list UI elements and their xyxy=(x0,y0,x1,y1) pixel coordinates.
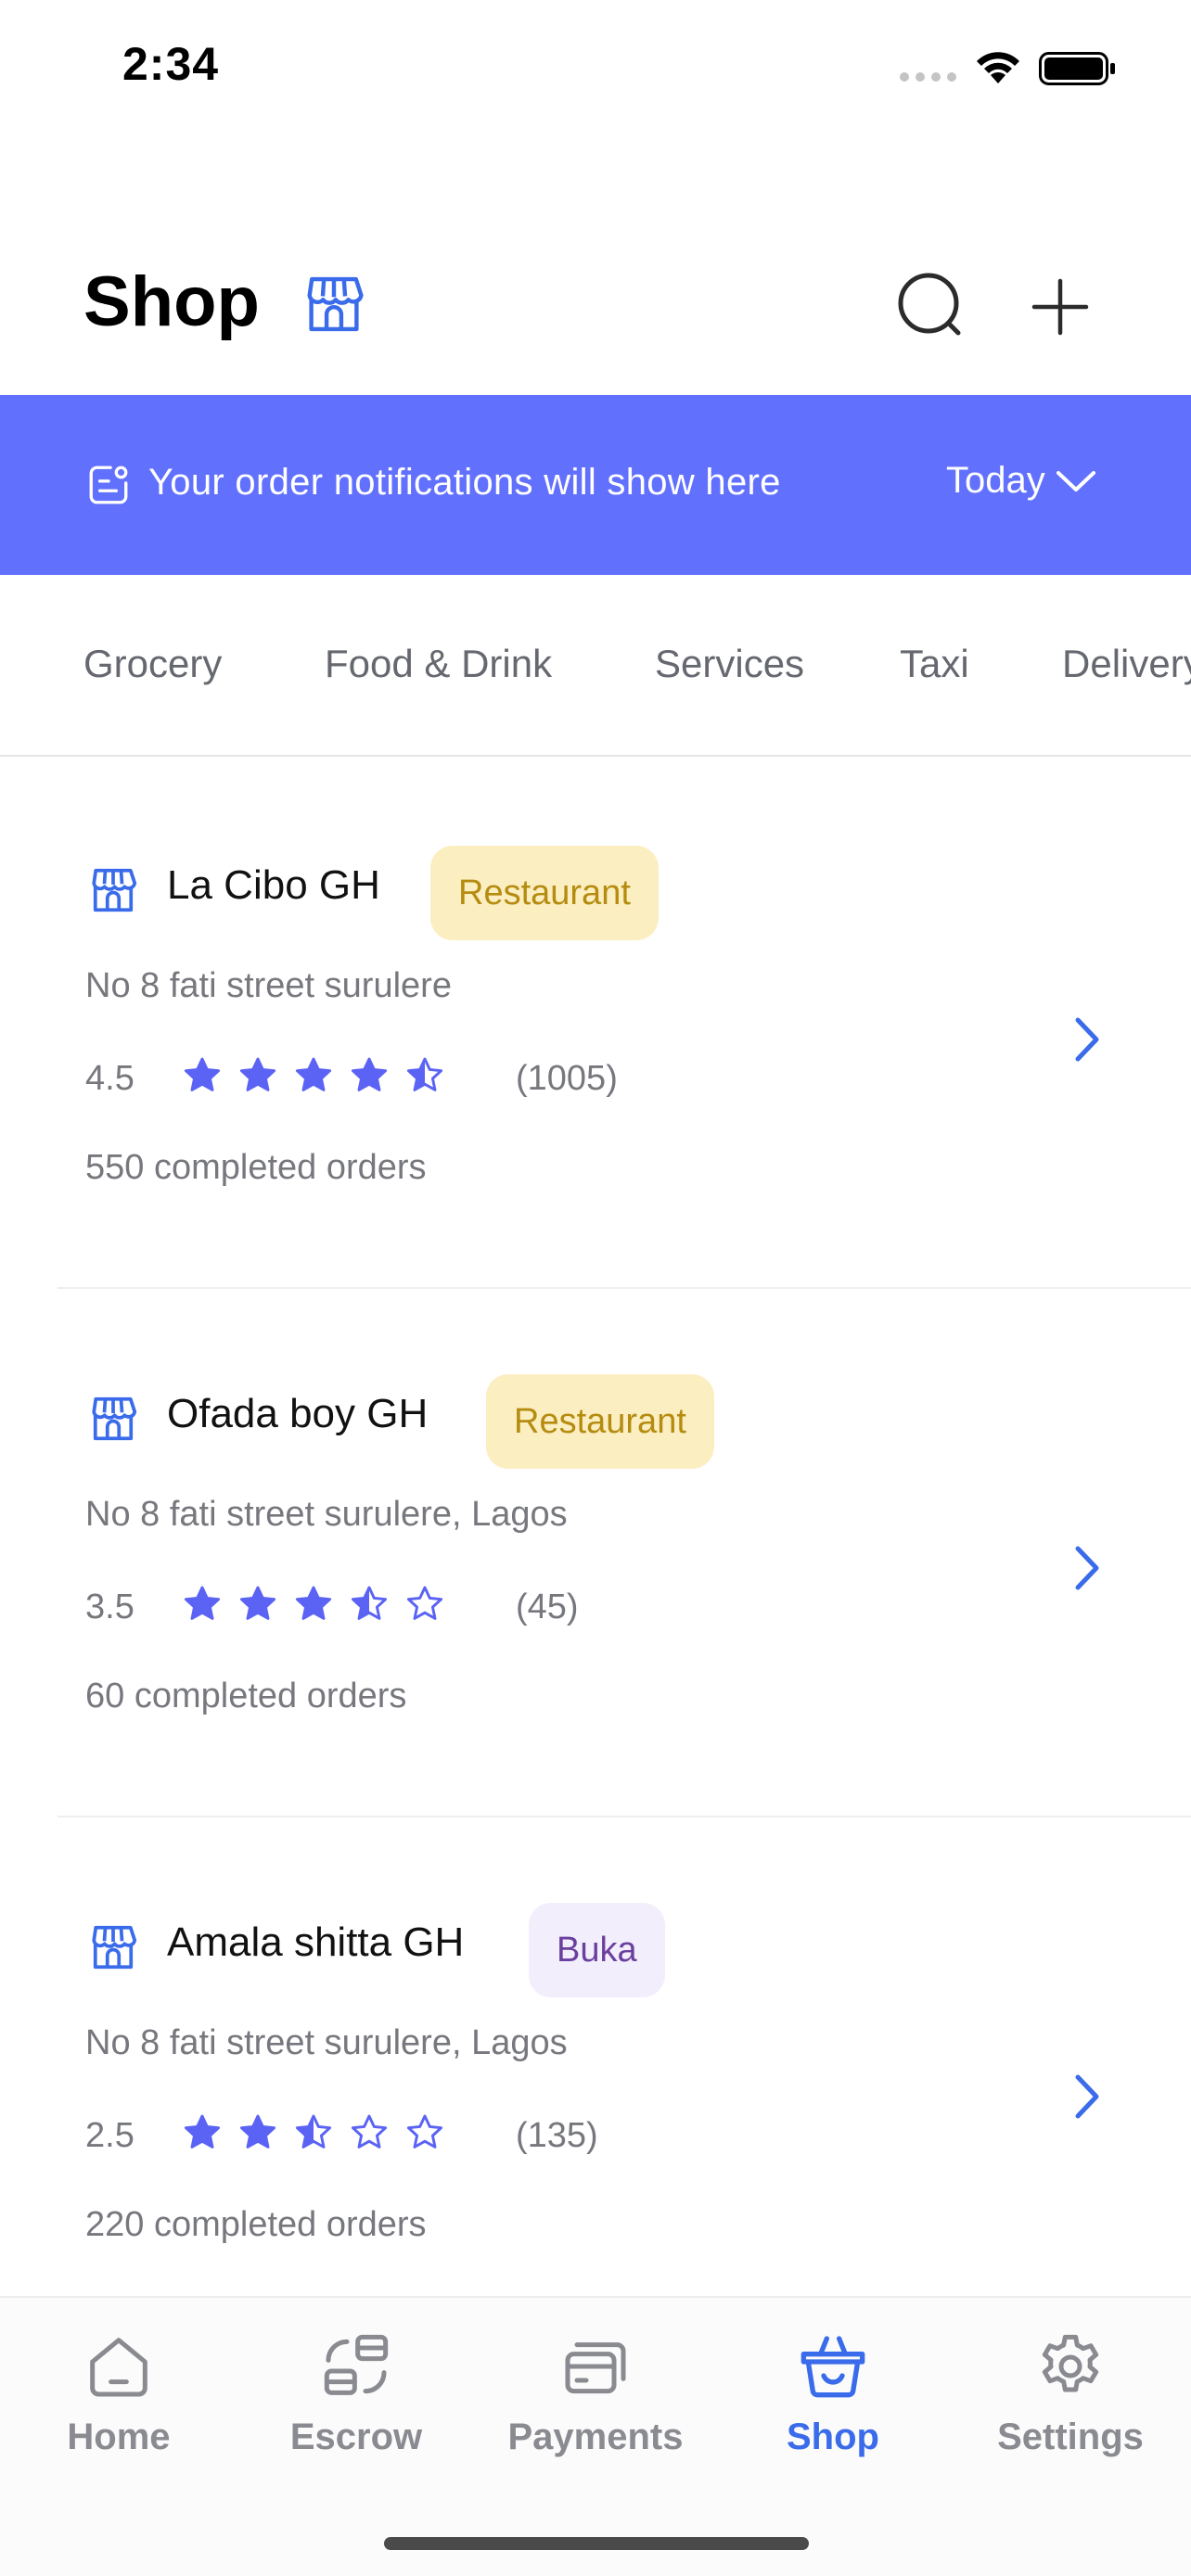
nav-label: Payments xyxy=(507,2417,684,2457)
shop-list-item[interactable]: Amala shitta GH Buka No 8 fati street su… xyxy=(58,1817,1191,2346)
status-bar: 2:34 xyxy=(0,0,1191,139)
nav-item-escrow[interactable]: Escrow xyxy=(254,2329,458,2478)
star-filled-icon xyxy=(239,1057,276,1091)
category-tab-delivery[interactable]: Delivery xyxy=(1062,642,1191,686)
star-filled-icon xyxy=(239,1586,276,1620)
shop-address: No 8 fati street surulere, Lagos xyxy=(85,1495,568,1534)
star-filled-icon xyxy=(351,1057,388,1091)
star-filled-icon xyxy=(184,1586,221,1620)
shop-address: No 8 fati street surulere xyxy=(85,966,452,1005)
wifi-icon xyxy=(977,52,1019,83)
store-icon xyxy=(92,1925,137,1970)
battery-icon xyxy=(1039,52,1115,85)
shop-address: No 8 fati street surulere, Lagos xyxy=(85,2023,568,2062)
rating-value: 4.5 xyxy=(85,1059,134,1098)
page-title: Shop xyxy=(83,262,260,341)
star-rating xyxy=(182,1584,445,1625)
category-tab-services[interactable]: Services xyxy=(655,642,804,686)
review-count: (45) xyxy=(516,1588,579,1626)
shop-rating: 4.5 (1005) xyxy=(85,1055,735,1102)
home-icon xyxy=(90,2338,147,2397)
review-count: (135) xyxy=(516,2116,598,2155)
date-filter-dropdown[interactable]: Today xyxy=(946,460,1097,502)
category-tab-taxi[interactable]: Taxi xyxy=(900,642,969,686)
star-filled-icon xyxy=(295,1586,332,1620)
shop-name: Ofada boy GH xyxy=(167,1391,429,1436)
rating-value: 3.5 xyxy=(85,1588,134,1626)
chevron-down-icon xyxy=(1056,470,1095,491)
date-filter-label: Today xyxy=(946,460,1045,501)
store-icon xyxy=(307,276,364,332)
nav-item-settings[interactable]: Settings xyxy=(968,2329,1172,2478)
add-button[interactable] xyxy=(1018,265,1102,349)
open-shop-button[interactable] xyxy=(1059,998,1115,1081)
home-indicator xyxy=(384,2537,809,2550)
shop-rating: 3.5 (45) xyxy=(85,1584,735,1630)
notification-text: Your order notifications will show here xyxy=(148,462,781,503)
shop-category-tag: Restaurant xyxy=(486,1374,714,1469)
shop-name: La Cibo GH xyxy=(167,862,380,908)
shop-category-tag: Restaurant xyxy=(430,846,659,940)
star-half-icon xyxy=(295,2114,332,2149)
nav-label: Settings xyxy=(997,2417,1144,2457)
shop-list-item[interactable]: Ofada boy GH Restaurant No 8 fati street… xyxy=(58,1289,1191,1817)
star-filled-icon xyxy=(239,2114,276,2149)
nav-label: Shop xyxy=(787,2417,879,2457)
search-icon xyxy=(898,273,961,336)
category-tabs: Grocery Food & Drink Services Taxi Deliv… xyxy=(0,575,1191,757)
nav-item-shop[interactable]: Shop xyxy=(731,2329,935,2478)
star-half-icon xyxy=(351,1586,388,1620)
payments-icon xyxy=(565,2342,626,2394)
shop-category-tag: Buka xyxy=(529,1903,665,1997)
star-half-icon xyxy=(406,1057,443,1091)
star-rating xyxy=(182,1055,445,1096)
shop-basket-icon xyxy=(800,2336,865,2398)
star-filled-icon xyxy=(184,1057,221,1091)
store-icon xyxy=(92,868,137,912)
star-filled-icon xyxy=(295,1057,332,1091)
notification-icon xyxy=(89,465,128,504)
notification-banner[interactable]: Your order notifications will show here … xyxy=(0,395,1191,575)
star-rating xyxy=(182,2112,445,2153)
nav-item-payments[interactable]: Payments xyxy=(493,2329,698,2478)
chevron-right-icon xyxy=(1075,1546,1099,1590)
gear-icon xyxy=(1042,2334,1099,2392)
bottom-nav: Home Escrow Payments Shop Settings xyxy=(0,2296,1191,2576)
nav-label: Escrow xyxy=(289,2417,423,2457)
star-empty-icon xyxy=(351,2114,388,2149)
star-filled-icon xyxy=(184,2114,221,2149)
completed-orders: 220 completed orders xyxy=(85,2205,427,2244)
category-tab-grocery[interactable]: Grocery xyxy=(83,642,222,686)
nav-label: Home xyxy=(67,2417,171,2457)
shop-list-item[interactable]: La Cibo GH Restaurant No 8 fati street s… xyxy=(58,760,1191,1289)
shop-name: Amala shitta GH xyxy=(167,1919,465,1965)
shop-rating: 2.5 (135) xyxy=(85,2112,735,2159)
plus-icon xyxy=(1031,278,1089,336)
completed-orders: 60 completed orders xyxy=(85,1677,407,1715)
category-tab-food-drink[interactable]: Food & Drink xyxy=(325,642,552,686)
signal-icon xyxy=(900,72,956,82)
status-time: 2:34 xyxy=(122,38,220,90)
review-count: (1005) xyxy=(516,1059,618,1098)
open-shop-button[interactable] xyxy=(1059,1526,1115,1610)
nav-item-home[interactable]: Home xyxy=(17,2329,221,2478)
star-empty-icon xyxy=(406,1586,443,1620)
open-shop-button[interactable] xyxy=(1059,2055,1115,2138)
completed-orders: 550 completed orders xyxy=(85,1148,427,1187)
star-empty-icon xyxy=(406,2114,443,2149)
search-button[interactable] xyxy=(890,265,974,349)
chevron-right-icon xyxy=(1075,2074,1099,2119)
rating-value: 2.5 xyxy=(85,2116,134,2155)
store-icon xyxy=(92,1396,137,1441)
escrow-icon xyxy=(324,2334,389,2395)
chevron-right-icon xyxy=(1075,1017,1099,1062)
